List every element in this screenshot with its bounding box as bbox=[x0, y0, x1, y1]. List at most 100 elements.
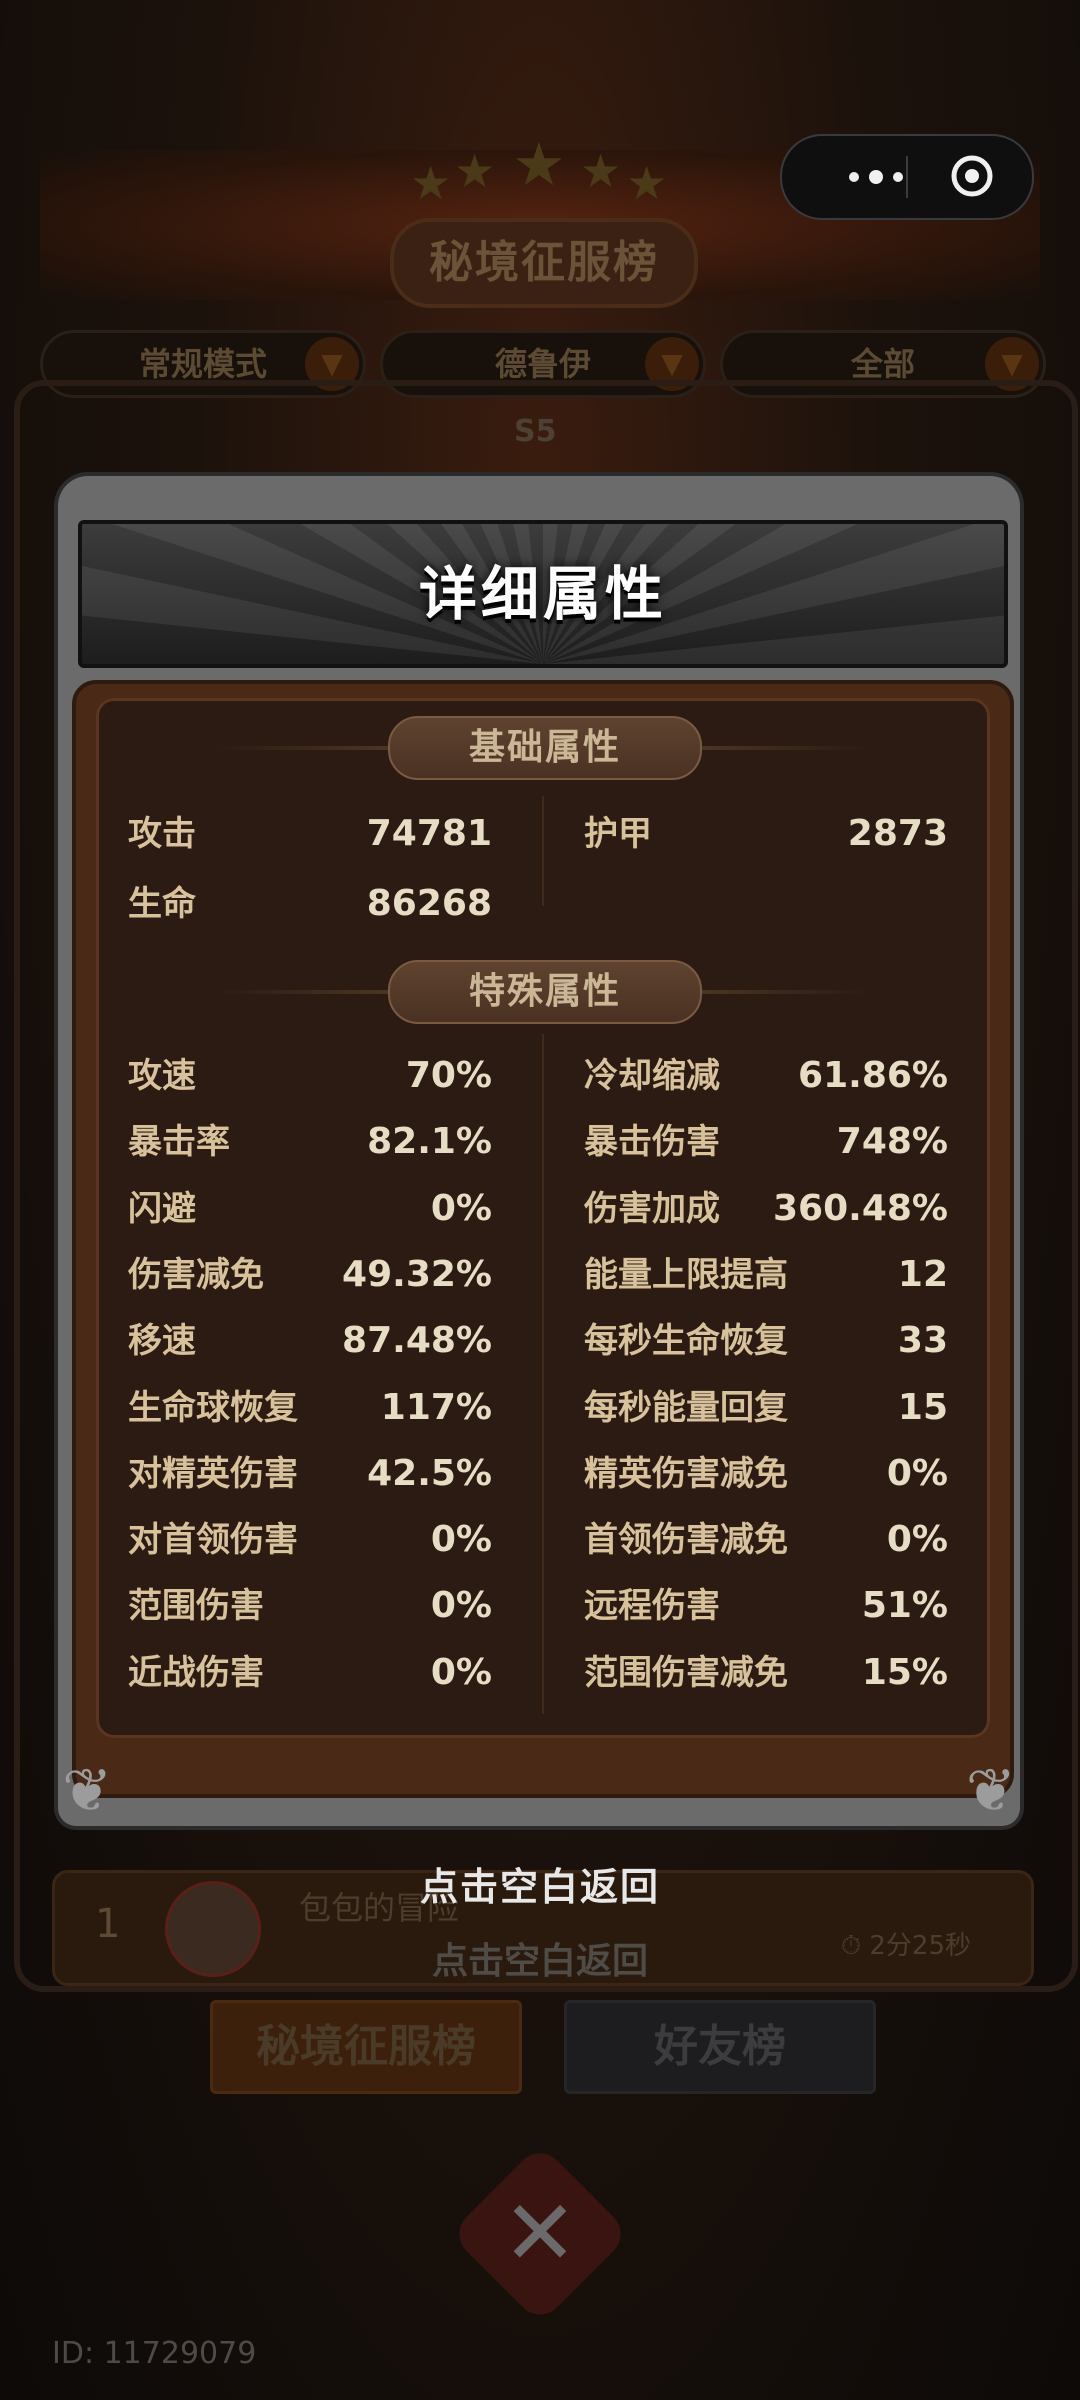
stat-value: 42.5% bbox=[367, 1452, 492, 1494]
stat-value: 0% bbox=[430, 1585, 492, 1627]
stat-label: 冷却缩减 bbox=[584, 1056, 720, 1096]
stat-row: 伤害加成 360.48% bbox=[584, 1181, 948, 1237]
filter-dropdown-label: 全部 bbox=[850, 345, 915, 383]
stat-label: 生命 bbox=[128, 884, 196, 924]
stat-value: 87.48% bbox=[342, 1320, 492, 1362]
stat-row: 范围伤害 0% bbox=[128, 1578, 492, 1634]
stat-label: 能量上限提高 bbox=[584, 1254, 788, 1295]
stat-label: 闪避 bbox=[128, 1188, 196, 1229]
modal-title: 详细属性 bbox=[418, 560, 667, 628]
attributes-panel: 基础属性 攻击 74781 生命 86268 护甲 2873 特殊属性 攻速 70% 暴击率… bbox=[72, 680, 1014, 1798]
stat-row: 生命球恢复 117% bbox=[128, 1380, 492, 1436]
stat-value: 70% bbox=[405, 1055, 492, 1096]
modal-header: 详细属性 bbox=[78, 520, 1008, 668]
stat-value: 61.86% bbox=[798, 1055, 948, 1096]
stat-row: 对精英伤害 42.5% bbox=[128, 1446, 492, 1502]
target-close-icon[interactable] bbox=[950, 154, 994, 198]
stat-label: 暴击率 bbox=[128, 1122, 230, 1163]
attributes-modal: 详细属性 基础属性 攻击 74781 生命 86268 护甲 2873 特殊属性 攻速 7… bbox=[58, 476, 1020, 1826]
stat-row: 护甲 2873 bbox=[584, 806, 948, 862]
stat-value: 0% bbox=[430, 1187, 492, 1229]
stat-row: 移速 87.48% bbox=[128, 1313, 492, 1369]
stat-label: 远程伤害 bbox=[584, 1586, 720, 1627]
stat-row: 远程伤害 51% bbox=[584, 1578, 948, 1634]
stat-label: 攻击 bbox=[128, 814, 196, 854]
stat-label: 精英伤害减免 bbox=[584, 1453, 788, 1494]
stat-label: 生命球恢复 bbox=[128, 1387, 298, 1428]
stat-row: 范围伤害减免 15% bbox=[584, 1645, 948, 1701]
tab-conquest-leaderboard[interactable]: 秘境征服榜 bbox=[210, 2000, 522, 2094]
stat-row: 对首领伤害 0% bbox=[128, 1512, 492, 1568]
stat-row: 闪避 0% bbox=[128, 1181, 492, 1237]
basic-attributes-heading: 基础属性 bbox=[388, 716, 702, 780]
stat-row: 首领伤害减免 0% bbox=[584, 1512, 948, 1568]
more-dots-icon[interactable] bbox=[826, 154, 926, 200]
stat-value: 0% bbox=[886, 1519, 948, 1561]
miniprogram-capsule bbox=[780, 134, 1034, 220]
stat-label: 护甲 bbox=[584, 814, 652, 854]
stat-row: 每秒能量回复 15 bbox=[584, 1380, 948, 1436]
stat-value: 82.1% bbox=[367, 1121, 492, 1163]
corner-ornament-right: ❦ bbox=[965, 1756, 1016, 1826]
tab-friends-leaderboard[interactable]: 好友榜 bbox=[564, 2000, 876, 2094]
stat-value: 86268 bbox=[366, 883, 492, 924]
stat-row: 暴击率 82.1% bbox=[128, 1114, 492, 1170]
star-icon: ★ bbox=[454, 144, 496, 198]
stat-row: 攻速 70% bbox=[128, 1048, 492, 1104]
column-divider bbox=[542, 1034, 544, 1714]
stat-row: 近战伤害 0% bbox=[128, 1645, 492, 1701]
stat-value: 0% bbox=[430, 1651, 492, 1693]
class-dropdown-label: 德鲁伊 bbox=[494, 345, 591, 383]
mode-dropdown-label: 常规模式 bbox=[138, 345, 267, 383]
stat-value: 0% bbox=[886, 1452, 948, 1494]
stat-value: 15% bbox=[861, 1651, 948, 1693]
stat-label: 对首领伤害 bbox=[128, 1520, 298, 1561]
stat-value: 74781 bbox=[366, 813, 492, 854]
stat-row: 每秒生命恢复 33 bbox=[584, 1313, 948, 1369]
stat-row: 暴击伤害 748% bbox=[584, 1114, 948, 1170]
bg-leaderboard-title: 秘境征服榜 bbox=[390, 218, 698, 308]
stat-label: 范围伤害减免 bbox=[584, 1652, 788, 1693]
attributes-panel-inner: 基础属性 攻击 74781 生命 86268 护甲 2873 特殊属性 攻速 70% 暴击率… bbox=[96, 698, 990, 1738]
star-icon: ★ bbox=[512, 130, 566, 200]
close-icon: ✕ bbox=[502, 2181, 578, 2286]
stat-label: 每秒生命恢复 bbox=[584, 1321, 788, 1362]
stat-value: 360.48% bbox=[773, 1187, 948, 1229]
star-icon: ★ bbox=[410, 156, 452, 210]
stat-label: 伤害加成 bbox=[584, 1188, 720, 1229]
capsule-divider bbox=[906, 156, 908, 198]
stat-row: 精英伤害减免 0% bbox=[584, 1446, 948, 1502]
stat-label: 近战伤害 bbox=[128, 1652, 264, 1693]
stat-label: 首领伤害减免 bbox=[584, 1520, 788, 1561]
close-button[interactable]: ✕ bbox=[449, 2143, 631, 2325]
stat-label: 暴击伤害 bbox=[584, 1122, 720, 1163]
special-attributes-heading: 特殊属性 bbox=[388, 960, 702, 1024]
stat-value: 33 bbox=[897, 1320, 948, 1362]
stat-label: 移速 bbox=[128, 1321, 196, 1362]
tap-blank-to-return[interactable]: 点击空白返回 bbox=[0, 1856, 1080, 1911]
stat-value: 117% bbox=[380, 1386, 492, 1428]
stat-value: 15 bbox=[897, 1386, 948, 1428]
bg-return-text: 点击空白返回 bbox=[431, 1941, 648, 1982]
user-id-label: ID: 11729079 bbox=[52, 2336, 257, 2371]
stat-value: 2873 bbox=[847, 813, 948, 854]
stat-row: 攻击 74781 bbox=[128, 806, 492, 862]
stat-label: 伤害减免 bbox=[128, 1254, 264, 1295]
stat-label: 范围伤害 bbox=[128, 1586, 264, 1627]
stat-value: 748% bbox=[836, 1121, 948, 1163]
stat-row: 伤害减免 49.32% bbox=[128, 1247, 492, 1303]
stat-label: 每秒能量回复 bbox=[584, 1387, 788, 1428]
stat-label: 攻速 bbox=[128, 1056, 196, 1096]
stat-row: 生命 86268 bbox=[128, 876, 492, 932]
star-icon: ★ bbox=[626, 156, 668, 210]
corner-ornament-left: ❦ bbox=[62, 1756, 113, 1826]
stat-value: 49.32% bbox=[342, 1253, 492, 1295]
star-icon: ★ bbox=[580, 144, 622, 198]
stat-value: 51% bbox=[861, 1585, 948, 1627]
stat-label: 对精英伤害 bbox=[128, 1453, 298, 1494]
stat-row: 冷却缩减 61.86% bbox=[584, 1048, 948, 1104]
stat-value: 0% bbox=[430, 1519, 492, 1561]
column-divider bbox=[542, 796, 544, 906]
stat-row: 能量上限提高 12 bbox=[584, 1247, 948, 1303]
rating-stars: ★ ★ ★ ★ ★ bbox=[400, 130, 680, 210]
